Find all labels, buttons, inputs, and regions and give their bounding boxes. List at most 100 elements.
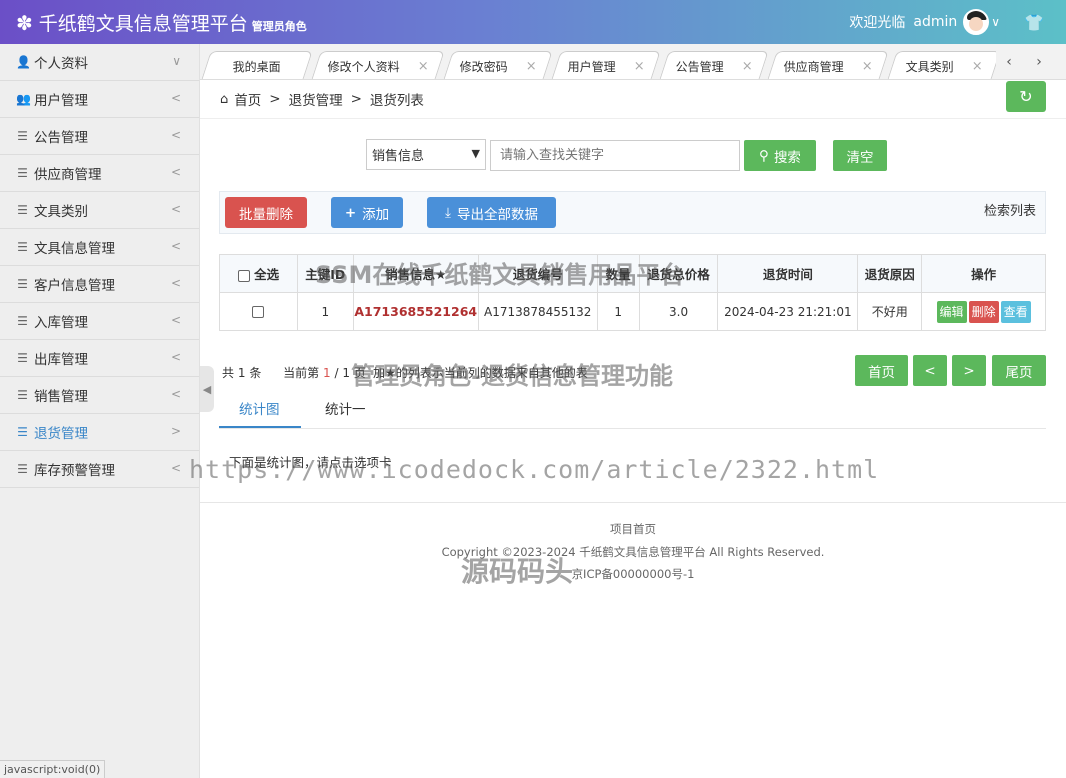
cell-id: 1: [296, 292, 354, 331]
chevron-icon: <: [170, 461, 181, 475]
sidebar-item-label: 退货管理: [34, 426, 88, 442]
footer-home-link[interactable]: 项目首页: [200, 521, 1066, 537]
edit-button[interactable]: 编辑: [936, 300, 967, 323]
refresh-button[interactable]: ↻: [1006, 81, 1046, 112]
col-header[interactable]: 退货编号: [477, 254, 598, 293]
delete-button[interactable]: 删除: [968, 300, 999, 323]
col-header[interactable]: 退货总价格: [638, 254, 719, 293]
list-icon: ☰: [17, 425, 28, 439]
list-icon: ☰: [17, 129, 28, 143]
view-button[interactable]: 查看: [1000, 300, 1031, 323]
page-tab[interactable]: 文具类别 ×: [887, 51, 1001, 79]
col-header[interactable]: 退货原因: [857, 254, 923, 293]
first-page-button[interactable]: 首页: [855, 355, 908, 386]
page-tab[interactable]: 我的桌面: [201, 51, 313, 79]
col-header[interactable]: 主键ID: [296, 254, 354, 293]
chevron-down-icon[interactable]: ∨: [991, 15, 1000, 29]
refresh-icon: ↻: [1019, 87, 1033, 106]
download-icon: ⤓: [445, 204, 451, 221]
footer-icp[interactable]: 京ICP备00000000号-1: [200, 566, 1066, 582]
search-field-select[interactable]: 销售信息 ▼: [366, 139, 486, 170]
sidebar-item[interactable]: ☰ 文具类别 <: [0, 192, 199, 229]
col-header[interactable]: 销售信息★: [352, 254, 479, 293]
prev-page-button[interactable]: <: [913, 355, 947, 386]
page-tab[interactable]: 修改个人资料 ×: [311, 51, 445, 79]
last-page-button[interactable]: 尾页: [992, 355, 1046, 386]
tab-label: 供应商管理: [783, 59, 844, 74]
batch-delete-button[interactable]: 批量删除: [225, 197, 307, 228]
sidebar-item[interactable]: ☰ 文具信息管理 <: [0, 229, 199, 266]
sidebar-item[interactable]: 👥 用户管理 <: [0, 81, 199, 118]
gear-icon: ✽: [16, 10, 33, 35]
avatar[interactable]: [963, 9, 990, 35]
close-icon[interactable]: ×: [861, 59, 872, 74]
select-all-cell[interactable]: 全选: [219, 254, 298, 293]
next-page-button[interactable]: >: [952, 355, 986, 386]
list-icon: ☰: [17, 203, 28, 217]
breadcrumb-level1[interactable]: 退货管理: [289, 89, 343, 109]
username[interactable]: admin: [913, 14, 957, 30]
user-icon: 👤: [16, 55, 31, 69]
close-icon[interactable]: ×: [741, 59, 752, 74]
col-header[interactable]: 退货时间: [717, 254, 859, 293]
sidebar-item-label: 出库管理: [34, 352, 88, 368]
sidebar-item[interactable]: ☰ 供应商管理 <: [0, 155, 199, 192]
chevron-icon: <: [170, 387, 181, 401]
chevron-icon: <: [170, 202, 181, 216]
sidebar-item[interactable]: ☰ 入库管理 <: [0, 303, 199, 340]
clear-button[interactable]: 清空: [833, 140, 887, 171]
return-table: 全选 主键ID 销售信息★ 退货编号 数量 退货总价格 退货时间 退货原因 操作…: [219, 254, 1046, 331]
chart-tabs: 统计图 统计一: [219, 390, 1046, 429]
tab-bar: 我的桌面 修改个人资料 × 修改密码 × 用户管理 × 公告管理 × 供应商管理 × 文具类别 × ‹ …: [200, 44, 1066, 80]
sidebar-item[interactable]: 👤 个人资料 ∨: [0, 44, 199, 81]
welcome-text: 欢迎光临: [849, 15, 906, 31]
sidebar-item[interactable]: ☰ 退货管理 >: [0, 414, 199, 451]
list-icon: ☰: [17, 388, 28, 402]
role-tag: 管理员角色: [251, 19, 307, 33]
add-button[interactable]: + 添加: [331, 197, 403, 228]
sale-info-link[interactable]: A1713685521264: [354, 304, 477, 319]
col-header[interactable]: 数量: [596, 254, 640, 293]
list-icon: ☰: [17, 240, 28, 254]
close-icon[interactable]: ×: [525, 59, 536, 74]
browser-status-text: javascript:void(0): [0, 760, 106, 778]
sidebar-item[interactable]: ☰ 出库管理 <: [0, 340, 199, 377]
list-icon: ☰: [17, 351, 28, 365]
tab-scroll-right-icon[interactable]: ›: [1026, 47, 1052, 77]
export-all-button[interactable]: ⤓ 导出全部数据: [427, 197, 556, 228]
sidebar-collapse-handle[interactable]: ◀: [200, 366, 214, 412]
theme-shirt-icon[interactable]: 👕: [1024, 13, 1044, 32]
top-header: ✽ 千纸鹤文具信息管理平台 管理员角色 欢迎光临 admin ∨ 👕: [0, 0, 1066, 44]
select-all-checkbox[interactable]: [237, 269, 250, 282]
tab-scroll-left-icon[interactable]: ‹: [996, 47, 1022, 77]
chevron-icon: <: [170, 276, 181, 290]
cell-actions: 编辑 删除 查看: [921, 292, 1046, 331]
sidebar-item-label: 入库管理: [34, 315, 88, 331]
brand[interactable]: ✽ 千纸鹤文具信息管理平台 管理员角色: [16, 9, 307, 36]
tab-label: 公告管理: [675, 59, 724, 74]
search-input[interactable]: [490, 140, 740, 171]
sidebar-item[interactable]: ☰ 客户信息管理 <: [0, 266, 199, 303]
page-tab[interactable]: 修改密码 ×: [443, 51, 553, 79]
close-icon[interactable]: ×: [971, 59, 982, 74]
chevron-icon: <: [170, 350, 181, 364]
sidebar-item[interactable]: ☰ 公告管理 <: [0, 118, 199, 155]
page-tab[interactable]: 用户管理 ×: [551, 51, 661, 79]
list-icon: ☰: [17, 277, 28, 291]
row-checkbox[interactable]: [252, 306, 265, 318]
page-tab[interactable]: 供应商管理 ×: [767, 51, 889, 79]
sidebar-item[interactable]: ☰ 销售管理 <: [0, 377, 199, 414]
close-icon[interactable]: ×: [633, 59, 644, 74]
sidebar-item[interactable]: ☰ 库存预警管理 <: [0, 451, 199, 488]
col-header: 操作: [921, 254, 1046, 293]
breadcrumb-home[interactable]: 首页: [234, 89, 261, 109]
chevron-icon: >: [170, 424, 181, 438]
list-icon: ☰: [17, 314, 28, 328]
tab-chart[interactable]: 统计图: [239, 398, 280, 418]
search-button[interactable]: ⚲ 搜索: [744, 140, 816, 171]
sidebar-item-label: 供应商管理: [34, 167, 102, 183]
page-tab[interactable]: 公告管理 ×: [659, 51, 769, 79]
tab-stat-1[interactable]: 统计一: [325, 398, 366, 418]
close-icon[interactable]: ×: [417, 59, 428, 74]
sidebar-item-label: 用户管理: [34, 93, 88, 109]
